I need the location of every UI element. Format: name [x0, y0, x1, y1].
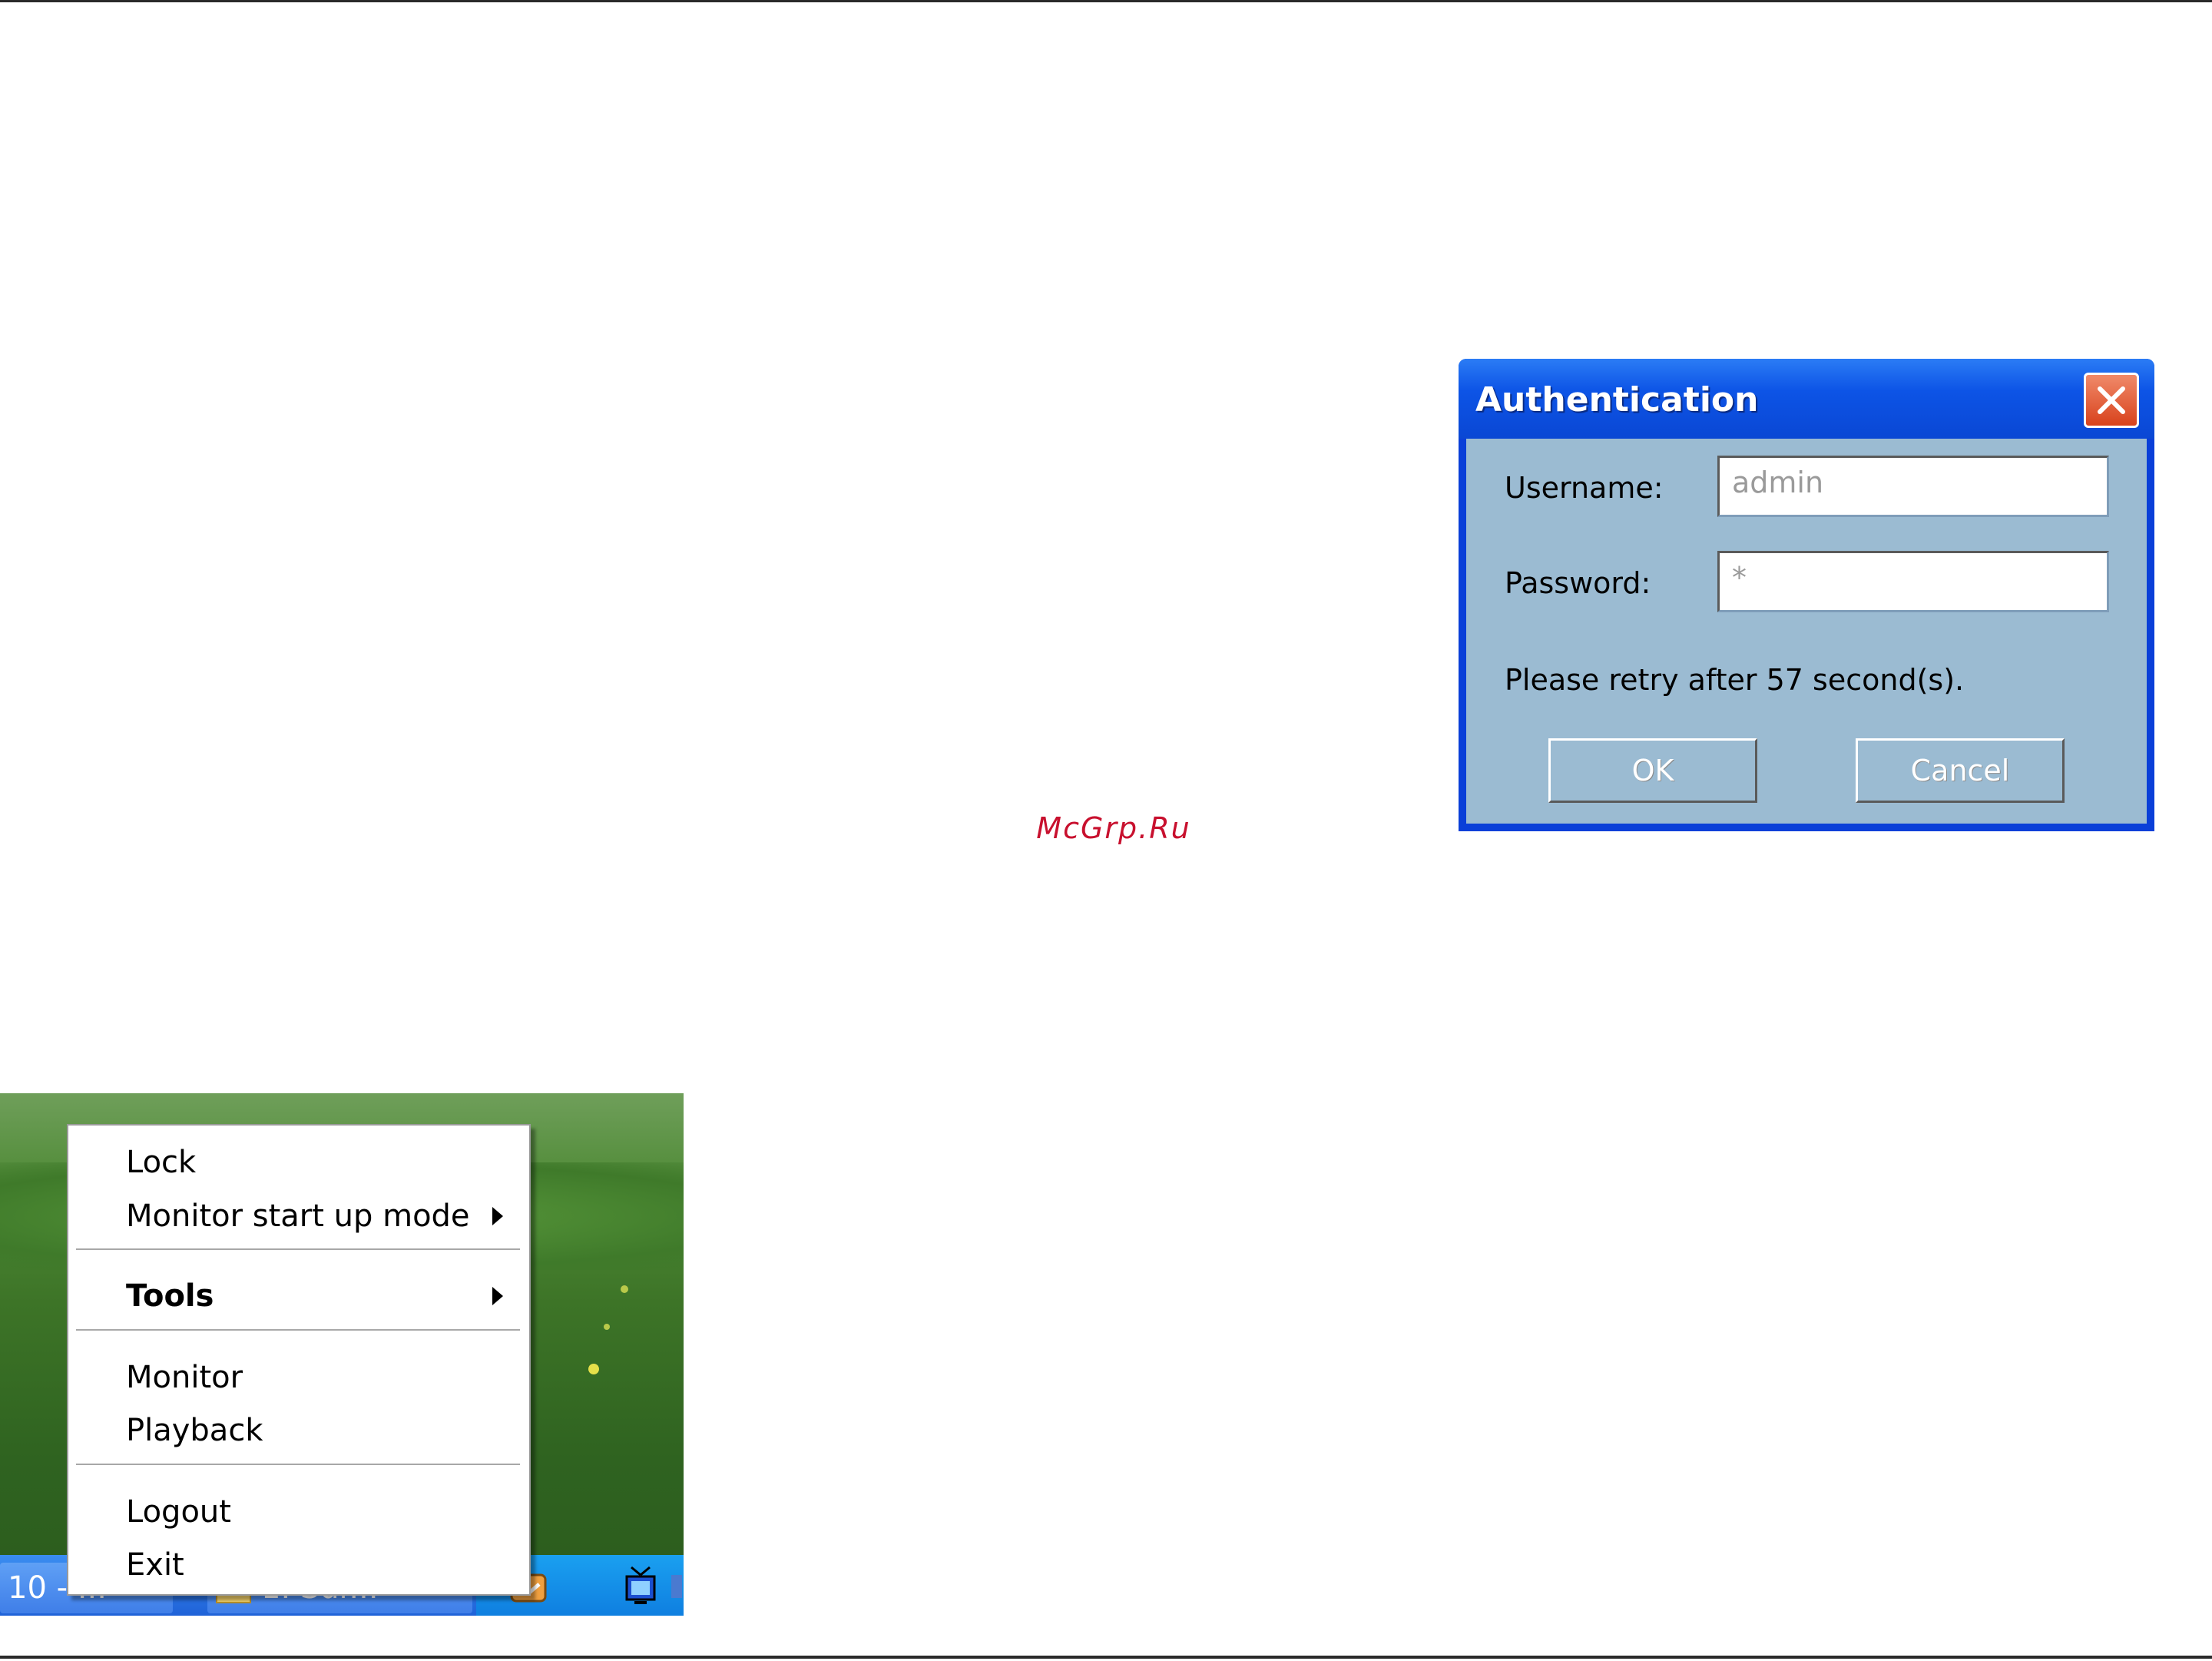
menu-separator	[76, 1464, 520, 1465]
monitor-icon[interactable]	[624, 1564, 657, 1607]
top-rule	[0, 0, 2212, 2]
desktop-flower	[604, 1324, 610, 1330]
close-icon	[2098, 386, 2125, 414]
desktop-flower	[621, 1285, 628, 1293]
dialog-titlebar[interactable]: Authentication	[1459, 359, 2154, 439]
close-button[interactable]	[2084, 373, 2139, 428]
tray-context-menu: Lock Monitor start up mode Tools Monitor…	[67, 1124, 531, 1596]
menu-separator	[76, 1248, 520, 1250]
desktop-flower	[588, 1364, 599, 1374]
username-label: Username:	[1505, 471, 1664, 505]
menu-item-monitor[interactable]: Monitor	[68, 1353, 529, 1402]
dialog-title: Authentication	[1475, 380, 1759, 419]
password-label: Password:	[1505, 566, 1651, 600]
submenu-arrow-icon	[492, 1207, 503, 1225]
ok-button[interactable]: OK	[1548, 738, 1757, 803]
dialog-body: Username: admin Password: * Please retry…	[1466, 439, 2147, 824]
authentication-dialog: Authentication Username: admin Password:…	[1459, 359, 2154, 831]
submenu-arrow-icon	[492, 1287, 503, 1305]
cancel-button[interactable]: Cancel	[1856, 738, 2065, 803]
bottom-rule	[0, 1656, 2212, 1659]
menu-item-tools[interactable]: Tools	[68, 1271, 529, 1321]
menu-separator	[76, 1329, 520, 1331]
speaker-icon[interactable]	[670, 1567, 684, 1604]
menu-item-monitor-start-up-mode[interactable]: Monitor start up mode	[68, 1192, 529, 1241]
menu-item-playback[interactable]: Playback	[68, 1406, 529, 1455]
menu-item-logout[interactable]: Logout	[68, 1487, 529, 1537]
password-field[interactable]: *	[1717, 551, 2109, 612]
menu-item-lock[interactable]: Lock	[68, 1138, 529, 1187]
retry-message: Please retry after 57 second(s).	[1505, 663, 1965, 697]
watermark: McGrp.Ru	[1036, 811, 1191, 845]
username-field[interactable]: admin	[1717, 456, 2109, 517]
menu-item-exit[interactable]: Exit	[68, 1540, 529, 1590]
